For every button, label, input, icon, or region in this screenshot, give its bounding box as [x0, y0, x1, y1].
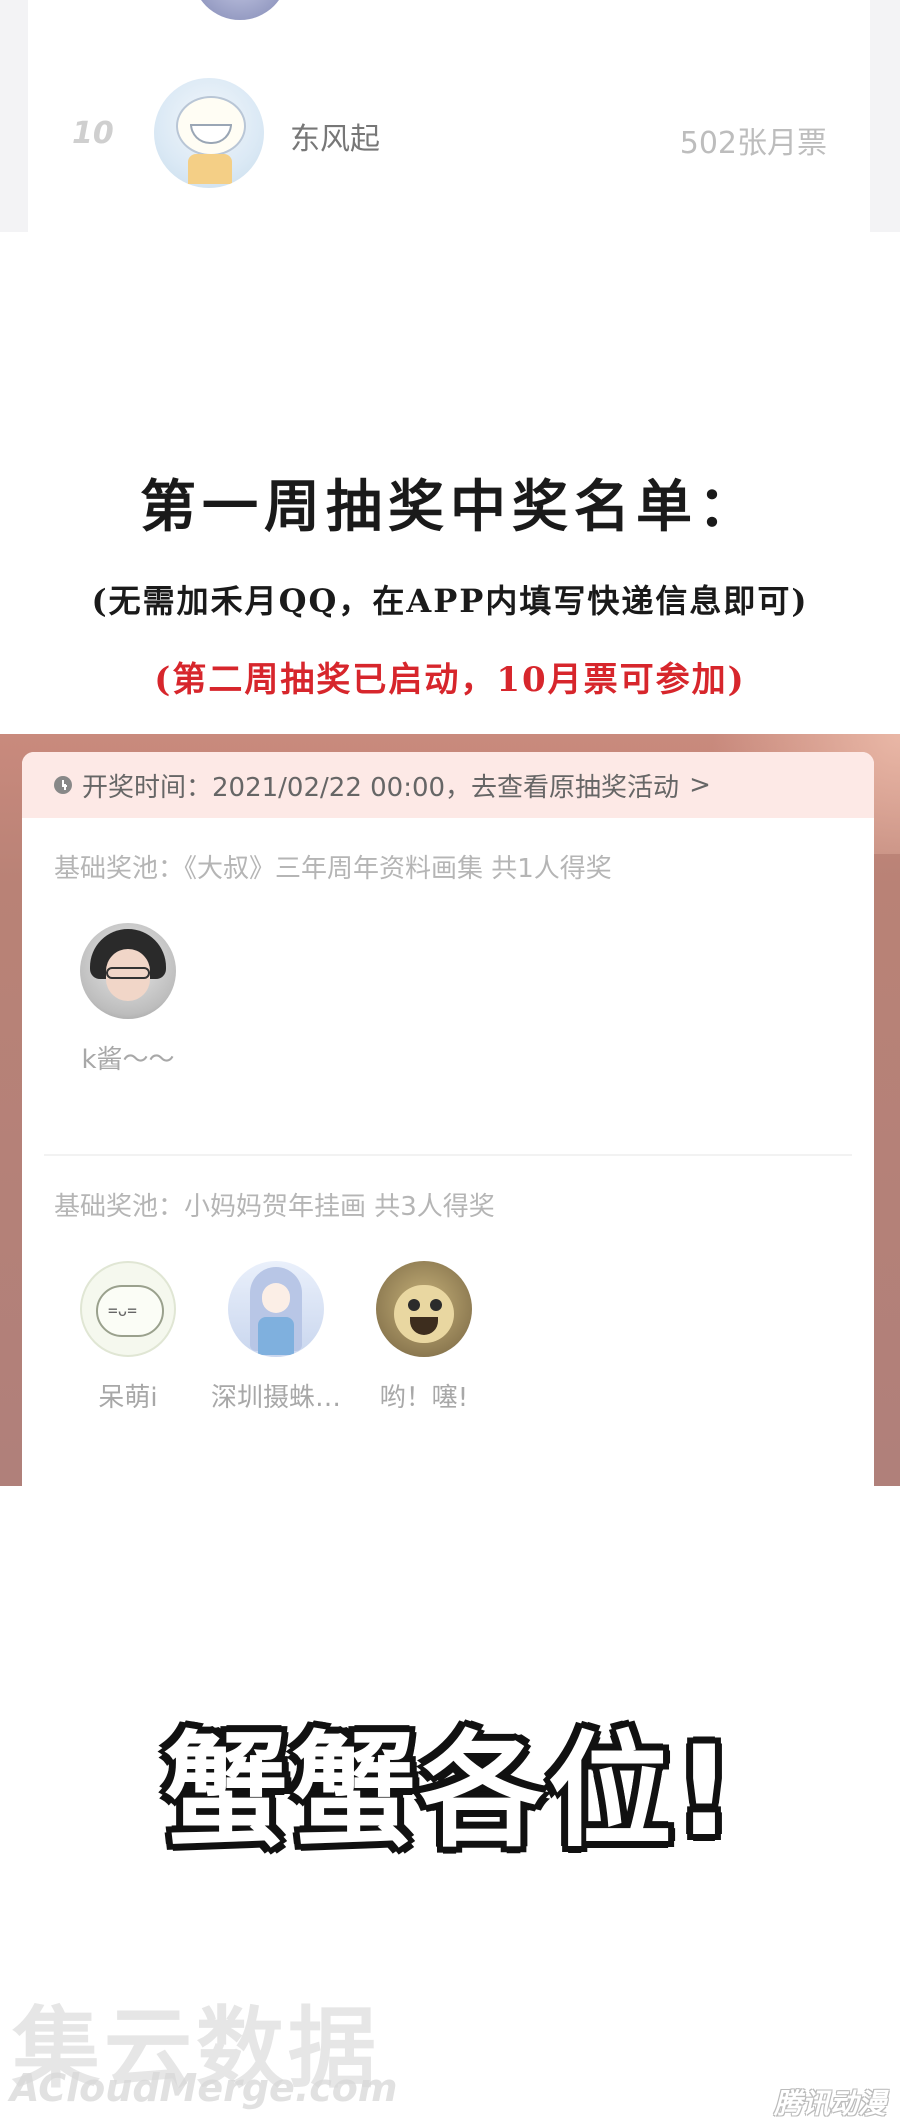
lottery-panel: 开奖时间：2021/02/22 00:00，去查看原抽奖活动 > 基础奖池：《大…: [22, 752, 874, 1486]
draw-time-bar[interactable]: 开奖时间：2021/02/22 00:00，去查看原抽奖活动 >: [22, 752, 874, 818]
watermark-corner: 腾讯动漫: [773, 2087, 886, 2120]
second-week-notice: (第二周抽奖已启动，10月票可参加): [154, 660, 746, 700]
ranking-card: [28, 0, 870, 232]
winner-list: =ᴗ= 呆萌i 深圳摄蛛… 哟！噻!: [54, 1261, 874, 1414]
winner-avatar[interactable]: [376, 1261, 472, 1357]
user-avatar[interactable]: [154, 78, 264, 188]
user-name[interactable]: 东风起: [290, 114, 380, 158]
prize-pool: 基础奖池：《大叔》三年周年资料画集 共1人得奖 k酱～～: [22, 848, 874, 1076]
winner-list: k酱～～: [54, 923, 874, 1076]
winner-item[interactable]: k酱～～: [54, 923, 202, 1076]
shipping-note: (无需加禾月QQ，在APP内填写快递信息即可): [91, 582, 809, 620]
chevron-right-icon[interactable]: >: [689, 770, 711, 800]
pool-title: 基础奖池：小妈妈贺年挂画 共3人得奖: [54, 1192, 495, 1222]
winner-item[interactable]: =ᴗ= 呆萌i: [54, 1261, 202, 1414]
pool-title: 基础奖池：《大叔》三年周年资料画集 共1人得奖: [54, 854, 612, 884]
pool-divider: [44, 1154, 852, 1156]
previous-avatar: [192, 0, 288, 20]
winner-name: k酱～～: [81, 1045, 175, 1075]
clock-icon: [54, 776, 72, 794]
thanks-banner: 蟹蟹各位!: [163, 1720, 737, 1864]
winner-name: 深圳摄蛛…: [210, 1383, 341, 1413]
winner-name: 哟！噻!: [379, 1383, 469, 1413]
winner-item[interactable]: 哟！噻!: [350, 1261, 498, 1414]
winner-avatar[interactable]: =ᴗ=: [80, 1261, 176, 1357]
prize-pool: 基础奖池：小妈妈贺年挂画 共3人得奖 =ᴗ= 呆萌i 深圳摄蛛… 哟！噻!: [22, 1186, 874, 1414]
rank-number: 10: [72, 116, 114, 151]
winner-name: 呆萌i: [98, 1383, 158, 1413]
winners-title: 第一周抽奖中奖名单：: [140, 474, 760, 540]
winner-avatar[interactable]: [80, 923, 176, 1019]
winner-item[interactable]: 深圳摄蛛…: [202, 1261, 350, 1414]
watermark-url: ACloudMerge.com: [10, 2066, 398, 2110]
winner-avatar[interactable]: [228, 1261, 324, 1357]
draw-time-text: 开奖时间：2021/02/22 00:00，去查看原抽奖活动: [82, 772, 680, 803]
monthly-votes: 502张月票: [679, 126, 827, 161]
